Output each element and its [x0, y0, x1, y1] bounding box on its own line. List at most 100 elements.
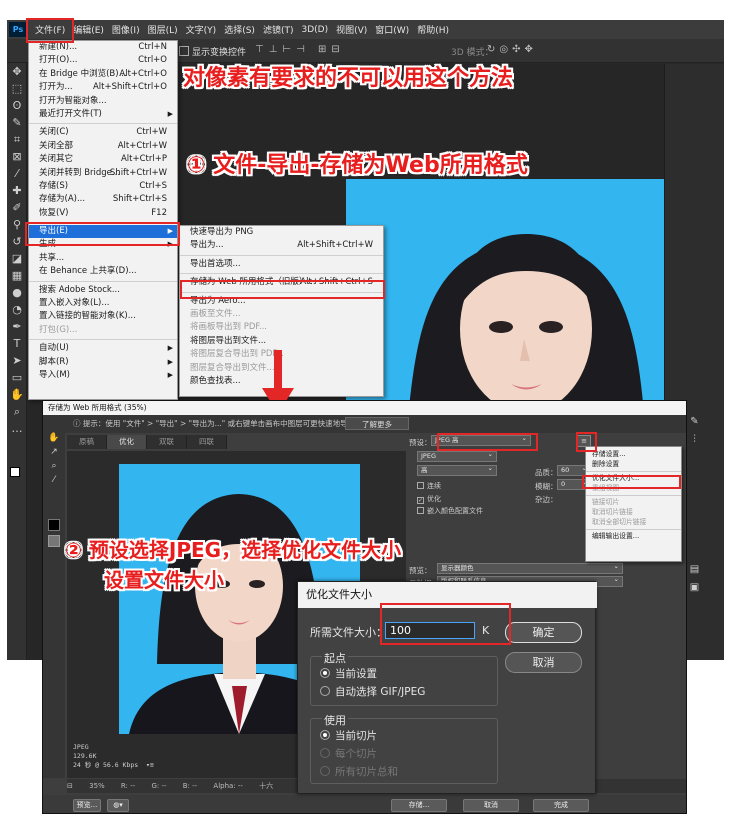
type-tool-icon[interactable]: T	[7, 335, 27, 352]
brush-tool-icon[interactable]: ✐	[7, 199, 27, 216]
lasso-tool-icon[interactable]: ʘ	[7, 97, 27, 114]
crop-tool-icon[interactable]: ⌗	[7, 131, 27, 148]
preset-menu-item[interactable]: 链接切片	[586, 497, 681, 507]
more-tools-icon[interactable]: …	[7, 420, 27, 437]
save-button[interactable]: 存储...	[391, 799, 447, 812]
file-menu-item[interactable]: 最近打开文件(T) ▶	[29, 108, 177, 121]
eraser-tool-icon[interactable]: ◪	[7, 250, 27, 267]
menu-help[interactable]: 帮助(H)	[413, 23, 453, 36]
tab-2-up[interactable]: 双联	[147, 435, 187, 449]
preset-menu-item[interactable]: 删除设置	[586, 459, 681, 469]
ok-button[interactable]: 确定	[505, 622, 582, 643]
use-each-slice-radio[interactable]: 每个切片	[320, 746, 377, 761]
move-tool-icon[interactable]: ✥	[7, 63, 27, 80]
file-menu-item[interactable]: 存储为(A)... Shift+Ctrl+S	[29, 193, 177, 206]
hand-icon[interactable]: ✋	[43, 433, 65, 447]
preset-menu-item[interactable]: 编辑输出设置...	[586, 531, 681, 541]
learn-more-button[interactable]: 了解更多	[345, 417, 409, 430]
menu-image[interactable]: 图像(I)	[108, 23, 144, 36]
dodge-tool-icon[interactable]: ◔	[7, 301, 27, 318]
foreground-color-swatch[interactable]	[10, 467, 20, 477]
tab-4-up[interactable]: 四联	[187, 435, 227, 449]
file-menu-item[interactable]: 关闭其它 Alt+Ctrl+P	[29, 153, 177, 166]
frame-tool-icon[interactable]: ⊠	[7, 148, 27, 165]
embed-profile-checkbox[interactable]: 嵌入颜色配置文件	[417, 506, 483, 516]
adjust-panel-icon[interactable]: ⫶	[686, 434, 704, 448]
optimize-cancel-button[interactable]: 取消	[505, 652, 582, 673]
marquee-tool-icon[interactable]: ⬚	[7, 80, 27, 97]
file-menu-item[interactable]: 搜索 Adobe Stock...	[29, 284, 177, 297]
optimized-checkbox[interactable]: ✓ 优化	[417, 494, 441, 504]
use-all-slices-radio[interactable]: 所有切片总和	[320, 764, 398, 779]
quality-level-select[interactable]: 高	[417, 464, 497, 476]
file-menu-item[interactable]: 关闭全部 Alt+Ctrl+W	[29, 140, 177, 153]
shape-tool-icon[interactable]: ▭	[7, 369, 27, 386]
progressive-checkbox[interactable]: 连续	[417, 481, 441, 491]
history-panel-icon[interactable]: ▣	[686, 582, 704, 596]
export-menu-item[interactable]: 导出为... Alt+Shift+Ctrl+W	[180, 239, 383, 252]
menu-edit[interactable]: 编辑(E)	[69, 23, 108, 36]
file-menu-item[interactable]: 关闭(C) Ctrl+W	[29, 126, 177, 139]
slice-select-icon[interactable]: ↗	[43, 447, 65, 461]
menu-select[interactable]: 选择(S)	[220, 23, 259, 36]
history-brush-icon[interactable]: ↺	[7, 233, 27, 250]
zoom-icon[interactable]: ⌕	[43, 461, 65, 475]
file-menu-item[interactable]: 新建(N)... Ctrl+N	[29, 41, 177, 54]
zoom-tool-icon[interactable]: ⌕	[7, 403, 27, 420]
preset-menu-item[interactable]: 取消全部切片链接	[586, 517, 681, 527]
export-menu-item[interactable]: 画板至文件...	[180, 308, 383, 321]
align-icons[interactable]: ⊤⊥⊢⊣ ⊞⊟	[255, 44, 345, 55]
menu-filter[interactable]: 滤镜(T)	[259, 23, 298, 36]
file-menu-item[interactable]: 自动(U) ▶	[29, 342, 177, 355]
stamp-tool-icon[interactable]: ⚲	[7, 216, 27, 233]
file-menu-item[interactable]: 共享...	[29, 252, 177, 265]
cancel-button[interactable]: 取消	[463, 799, 519, 812]
brush-panel-icon[interactable]: ✎	[686, 416, 704, 430]
file-menu-item[interactable]: 存储(S) Ctrl+S	[29, 180, 177, 193]
tab-optimized[interactable]: 优化	[107, 435, 147, 449]
layers-panel-icon[interactable]: ▤	[686, 564, 704, 578]
use-current-slice-radio[interactable]: 当前切片	[320, 728, 377, 743]
export-menu-item[interactable]: 快速导出为 PNG	[180, 226, 383, 239]
file-menu-item[interactable]: 打开(O)... Ctrl+O	[29, 54, 177, 67]
show-transform-checkbox[interactable]: 显示变换控件	[179, 45, 246, 58]
eyedropper-tool-icon[interactable]: ⁄	[7, 165, 27, 182]
healing-tool-icon[interactable]: ✚	[7, 182, 27, 199]
file-menu-item[interactable]: 恢复(V) F12	[29, 207, 177, 220]
pen-tool-icon[interactable]: ✒	[7, 318, 27, 335]
zoom-level[interactable]: 35%	[89, 782, 105, 790]
zoom-minus-icon[interactable]: ⊟	[67, 782, 73, 790]
blur-tool-icon[interactable]: ●	[7, 284, 27, 301]
eyedropper-color-swatch[interactable]	[48, 519, 60, 531]
preview-button[interactable]: 预览...	[73, 799, 101, 812]
file-menu-item[interactable]: 打开为智能对象...	[29, 95, 177, 108]
preset-menu-item[interactable]: 取消切片链接	[586, 507, 681, 517]
eyedropper-icon[interactable]: ⁄	[43, 475, 65, 489]
start-auto-radio[interactable]: 自动选择 GIF/JPEG	[320, 684, 425, 699]
tab-original[interactable]: 原稿	[67, 435, 107, 449]
file-menu-item[interactable]: 置入嵌入对象(L)...	[29, 297, 177, 310]
file-menu-item[interactable]: 导入(M) ▶	[29, 369, 177, 382]
file-menu-item[interactable]: 在 Behance 上共享(D)...	[29, 265, 177, 278]
export-menu-item[interactable]: 导出首选项...	[180, 258, 383, 271]
export-menu-item[interactable]: 将图层导出到文件...	[180, 335, 383, 348]
3d-tool-icons[interactable]: ↻◎✣✥	[487, 44, 537, 55]
menu-layer[interactable]: 图层(L)	[144, 23, 182, 36]
hand-tool-icon[interactable]: ✋	[7, 386, 27, 403]
menu-3d[interactable]: 3D(D)	[297, 25, 332, 35]
menu-view[interactable]: 视图(V)	[332, 23, 371, 36]
done-button[interactable]: 完成	[533, 799, 589, 812]
browser-preview-icon[interactable]: ◍▾	[107, 799, 129, 812]
path-select-tool-icon[interactable]: ➤	[7, 352, 27, 369]
menu-type[interactable]: 文字(Y)	[182, 23, 221, 36]
file-menu-item[interactable]: 关闭并转到 Bridge... Shift+Ctrl+W	[29, 167, 177, 180]
file-menu-item[interactable]: 打包(G)...	[29, 324, 177, 337]
menu-window[interactable]: 窗口(W)	[371, 23, 413, 36]
gradient-tool-icon[interactable]: ▦	[7, 267, 27, 284]
format-select[interactable]: JPEG	[417, 450, 497, 462]
file-menu-item[interactable]: 在 Bridge 中浏览(B)... Alt+Ctrl+O	[29, 68, 177, 81]
quick-select-tool-icon[interactable]: ✎	[7, 114, 27, 131]
toggle-slices-icon[interactable]	[48, 535, 60, 547]
file-menu-item[interactable]: 打开为... Alt+Shift+Ctrl+O	[29, 81, 177, 94]
preview-color-select[interactable]: 显示器颜色	[437, 562, 623, 574]
